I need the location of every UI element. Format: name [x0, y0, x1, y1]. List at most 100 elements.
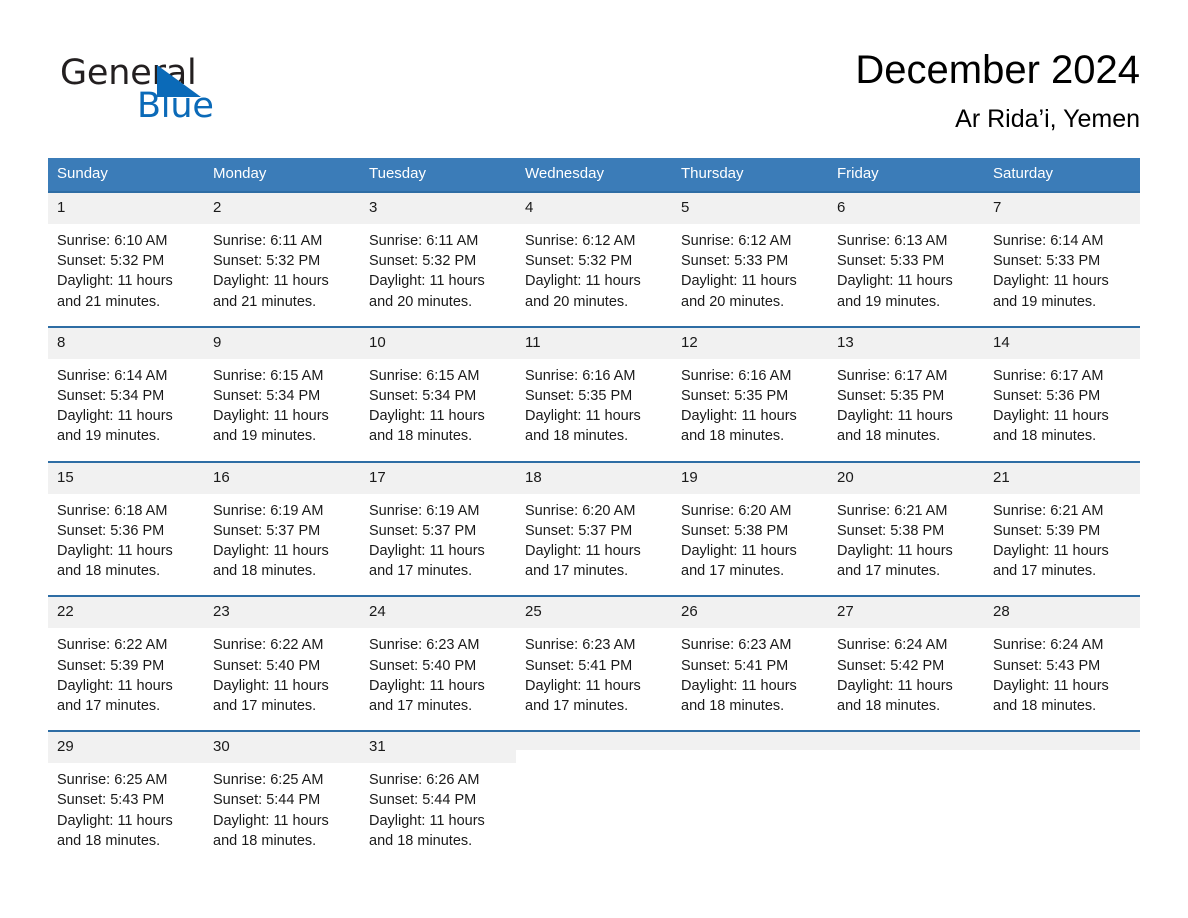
- day-number: 23: [204, 597, 360, 629]
- sunset-text: Sunset: 5:33 PM: [837, 253, 945, 270]
- sunset-text: Sunset: 5:35 PM: [525, 388, 633, 405]
- sunrise-text: Sunrise: 6:12 AM: [525, 233, 636, 249]
- day-cell[interactable]: 5 Sunrise: 6:12 AM Sunset: 5:33 PM Daylight…: [672, 191, 828, 327]
- day-info: Sunrise: 6:12 AM Sunset: 5:33 PM Daylight:…: [672, 224, 828, 326]
- day-cell[interactable]: 24 Sunrise: 6:23 AM Sunset: 5:40 PM Dayligh…: [360, 595, 516, 732]
- day-info: Sunrise: 6:17 AM Sunset: 5:36 PM Daylight:…: [984, 359, 1140, 461]
- day-info: Sunrise: 6:15 AM Sunset: 5:34 PM Daylight:…: [360, 359, 516, 461]
- day-cell[interactable]: 10 Sunrise: 6:15 AM Sunset: 5:34 PM Dayligh…: [360, 325, 516, 462]
- sunrise-text: Sunrise: 6:14 AM: [57, 367, 168, 384]
- day-cell[interactable]: 15 Sunrise: 6:18 AM Sunset: 5:36 PM Dayligh…: [48, 460, 204, 597]
- sunrise-text: Sunrise: 6:22 AM: [213, 637, 324, 654]
- sunrise-text: Sunrise: 6:25 AM: [213, 772, 324, 789]
- sunset-text: Sunset: 5:33 PM: [993, 253, 1101, 270]
- sunset-text: Sunset: 5:34 PM: [213, 388, 321, 405]
- day-info: [984, 750, 1140, 771]
- day-cell[interactable]: 22 Sunrise: 6:22 AM Sunset: 5:39 PM Dayligh…: [48, 595, 204, 732]
- sunset-text: Sunset: 5:38 PM: [681, 522, 789, 539]
- day-cell[interactable]: 11 Sunrise: 6:16 AM Sunset: 5:35 PM Dayligh…: [516, 325, 672, 462]
- sunset-text: Sunset: 5:41 PM: [681, 657, 789, 674]
- weekday-header-thursday: Thursday: [672, 158, 828, 192]
- day-number: 16: [204, 462, 360, 494]
- daylight-text: Daylight: 11 hours and 19 minutes.: [837, 273, 953, 310]
- logo-text-blue: Blue: [137, 86, 214, 126]
- day-cell[interactable]: 21 Sunrise: 6:21 AM Sunset: 5:39 PM Dayligh…: [984, 460, 1140, 597]
- day-cell[interactable]: 23 Sunrise: 6:22 AM Sunset: 5:40 PM Dayligh…: [204, 595, 360, 732]
- sunset-text: Sunset: 5:35 PM: [837, 388, 945, 405]
- day-cell[interactable]: 13 Sunrise: 6:17 AM Sunset: 5:35 PM Dayligh…: [828, 325, 984, 462]
- day-number: [516, 732, 672, 751]
- day-info: Sunrise: 6:19 AM Sunset: 5:37 PM Daylight:…: [360, 494, 516, 596]
- sunset-text: Sunset: 5:40 PM: [213, 657, 321, 674]
- generalblue-logo[interactable]: General Blue: [60, 54, 320, 134]
- day-cell[interactable]: 6 Sunrise: 6:13 AM Sunset: 5:33 PM Daylight…: [828, 191, 984, 327]
- day-cell[interactable]: 20 Sunrise: 6:21 AM Sunset: 5:38 PM Dayligh…: [828, 460, 984, 597]
- day-info: [672, 750, 828, 771]
- day-cell[interactable]: 9 Sunrise: 6:15 AM Sunset: 5:34 PM Daylight…: [204, 325, 360, 462]
- day-info: Sunrise: 6:26 AM Sunset: 5:44 PM Daylight:…: [360, 763, 516, 865]
- daylight-text: Daylight: 11 hours and 18 minutes.: [213, 543, 329, 580]
- sunrise-text: Sunrise: 6:24 AM: [837, 637, 948, 654]
- daylight-text: Daylight: 11 hours and 18 minutes.: [681, 408, 797, 445]
- week-row: 1 Sunrise: 6:10 AM Sunset: 5:32 PM Daylight…: [48, 191, 1140, 327]
- calendar-page: General Blue December 2024 Ar Rida’i, Ye…: [0, 0, 1188, 918]
- day-cell[interactable]: 18 Sunrise: 6:20 AM Sunset: 5:37 PM Dayligh…: [516, 460, 672, 597]
- day-info: Sunrise: 6:21 AM Sunset: 5:39 PM Daylight:…: [984, 494, 1140, 596]
- day-cell[interactable]: 28 Sunrise: 6:24 AM Sunset: 5:43 PM Dayligh…: [984, 595, 1140, 732]
- day-cell[interactable]: 8 Sunrise: 6:14 AM Sunset: 5:34 PM Daylight…: [48, 325, 204, 462]
- sunset-text: Sunset: 5:37 PM: [525, 522, 633, 539]
- week-row: 15 Sunrise: 6:18 AM Sunset: 5:36 PM Dayligh…: [48, 460, 1140, 597]
- day-cell[interactable]: 7 Sunrise: 6:14 AM Sunset: 5:33 PM Daylight…: [984, 191, 1140, 327]
- day-cell-empty: [672, 730, 828, 866]
- sunset-text: Sunset: 5:40 PM: [369, 657, 477, 674]
- day-info: Sunrise: 6:24 AM Sunset: 5:43 PM Daylight:…: [984, 628, 1140, 730]
- day-cell[interactable]: 31 Sunrise: 6:26 AM Sunset: 5:44 PM Dayligh…: [360, 730, 516, 866]
- sunset-text: Sunset: 5:38 PM: [837, 522, 945, 539]
- day-info: Sunrise: 6:23 AM Sunset: 5:41 PM Daylight:…: [516, 628, 672, 730]
- day-number: 15: [48, 462, 204, 494]
- page-title: December 2024: [855, 48, 1140, 92]
- sunrise-text: Sunrise: 6:17 AM: [837, 367, 948, 384]
- sunset-text: Sunset: 5:41 PM: [525, 657, 633, 674]
- sunrise-text: Sunrise: 6:13 AM: [837, 233, 948, 249]
- weekday-header-tuesday: Tuesday: [360, 158, 516, 192]
- daylight-text: Daylight: 11 hours and 17 minutes.: [369, 543, 485, 580]
- day-cell[interactable]: 27 Sunrise: 6:24 AM Sunset: 5:42 PM Dayligh…: [828, 595, 984, 732]
- day-cell[interactable]: 29 Sunrise: 6:25 AM Sunset: 5:43 PM Dayligh…: [48, 730, 204, 866]
- day-info: Sunrise: 6:16 AM Sunset: 5:35 PM Daylight:…: [516, 359, 672, 461]
- page-subtitle: Ar Rida’i, Yemen: [955, 105, 1140, 133]
- day-cell[interactable]: 12 Sunrise: 6:16 AM Sunset: 5:35 PM Dayligh…: [672, 325, 828, 462]
- day-cell[interactable]: 16 Sunrise: 6:19 AM Sunset: 5:37 PM Dayligh…: [204, 460, 360, 597]
- day-number: 1: [48, 193, 204, 224]
- day-cell-empty: [984, 730, 1140, 866]
- daylight-text: Daylight: 11 hours and 17 minutes.: [213, 677, 329, 715]
- day-cell[interactable]: 19 Sunrise: 6:20 AM Sunset: 5:38 PM Dayligh…: [672, 460, 828, 597]
- day-cell[interactable]: 25 Sunrise: 6:23 AM Sunset: 5:41 PM Dayligh…: [516, 595, 672, 732]
- week-row: 22 Sunrise: 6:22 AM Sunset: 5:39 PM Dayligh…: [48, 595, 1140, 732]
- sunrise-text: Sunrise: 6:23 AM: [369, 637, 480, 654]
- weekday-header-sunday: Sunday: [48, 158, 204, 192]
- day-info: Sunrise: 6:14 AM Sunset: 5:34 PM Daylight:…: [48, 359, 204, 461]
- day-cell[interactable]: 3 Sunrise: 6:11 AM Sunset: 5:32 PM Daylight…: [360, 191, 516, 327]
- sunrise-text: Sunrise: 6:11 AM: [369, 233, 479, 249]
- day-cell[interactable]: 26 Sunrise: 6:23 AM Sunset: 5:41 PM Dayligh…: [672, 595, 828, 732]
- day-number: 22: [48, 597, 204, 629]
- daylight-text: Daylight: 11 hours and 17 minutes.: [57, 677, 173, 715]
- day-info: [516, 750, 672, 771]
- day-number: 6: [828, 193, 984, 224]
- day-info: Sunrise: 6:11 AM Sunset: 5:32 PM Daylight:…: [360, 224, 516, 326]
- day-info: Sunrise: 6:23 AM Sunset: 5:40 PM Daylight:…: [360, 628, 516, 730]
- day-cell[interactable]: 4 Sunrise: 6:12 AM Sunset: 5:32 PM Daylight…: [516, 191, 672, 327]
- day-cell[interactable]: 1 Sunrise: 6:10 AM Sunset: 5:32 PM Daylight…: [48, 191, 204, 327]
- daylight-text: Daylight: 11 hours and 17 minutes.: [369, 677, 485, 715]
- sunset-text: Sunset: 5:36 PM: [57, 522, 165, 539]
- sunrise-text: Sunrise: 6:25 AM: [57, 772, 168, 789]
- day-cell[interactable]: 30 Sunrise: 6:25 AM Sunset: 5:44 PM Dayligh…: [204, 730, 360, 866]
- day-cell[interactable]: 14 Sunrise: 6:17 AM Sunset: 5:36 PM Dayligh…: [984, 325, 1140, 462]
- day-cell[interactable]: 2 Sunrise: 6:11 AM Sunset: 5:32 PM Daylight…: [204, 191, 360, 327]
- page-header: General Blue December 2024 Ar Rida’i, Ye…: [48, 44, 1140, 148]
- day-cell[interactable]: 17 Sunrise: 6:19 AM Sunset: 5:37 PM Dayligh…: [360, 460, 516, 597]
- day-number: 25: [516, 597, 672, 629]
- day-info: Sunrise: 6:18 AM Sunset: 5:36 PM Daylight:…: [48, 494, 204, 596]
- sunrise-text: Sunrise: 6:16 AM: [681, 367, 792, 384]
